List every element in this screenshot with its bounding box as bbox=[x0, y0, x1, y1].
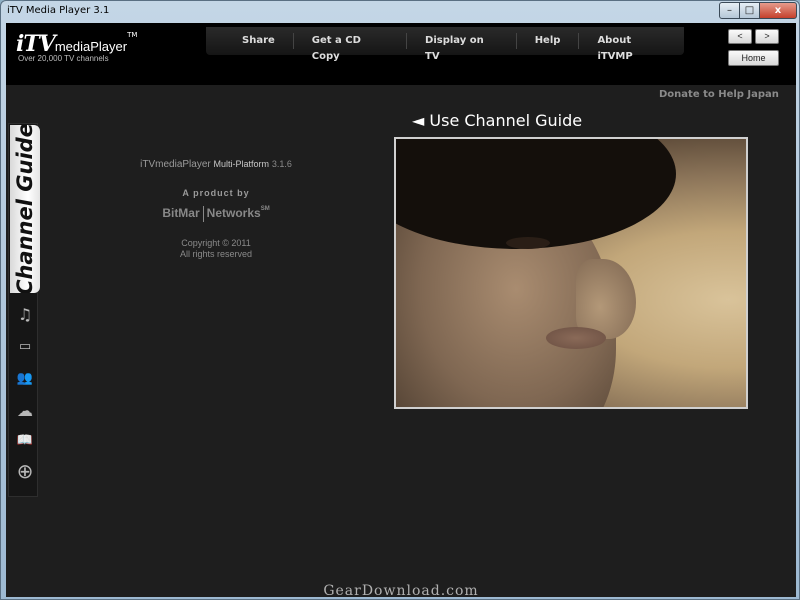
title-bar[interactable]: iTV Media Player 3.1 – □ x bbox=[1, 1, 799, 23]
logo-trademark: TM bbox=[127, 31, 138, 39]
top-nav: Share Get a CD Copy Display on TV Help A… bbox=[206, 27, 684, 62]
people-icon[interactable]: 👥 bbox=[14, 368, 36, 390]
video-player[interactable] bbox=[394, 137, 748, 409]
product-platform: Multi-Platform bbox=[213, 159, 270, 169]
brand-mark: SM bbox=[260, 206, 270, 212]
minimize-button[interactable]: – bbox=[719, 2, 740, 19]
product-by-label: A product by bbox=[182, 188, 250, 198]
brand-right: Networks bbox=[206, 206, 261, 221]
use-channel-guide-link[interactable]: ◄ Use Channel Guide bbox=[412, 111, 582, 130]
copyright-line: Copyright © 2011 bbox=[181, 238, 251, 248]
channel-guide-tab[interactable]: Channel Guide bbox=[10, 125, 40, 293]
category-sidebar: Channel Guide ♫ ▭ 👥 ☁ 📖 ⊕ bbox=[8, 123, 40, 497]
back-button[interactable]: < bbox=[728, 29, 752, 44]
channel-guide-label: Channel Guide bbox=[13, 125, 37, 293]
home-button[interactable]: Home bbox=[728, 50, 779, 66]
video-frame-lips bbox=[546, 327, 606, 349]
donate-link[interactable]: Donate to Help Japan bbox=[659, 89, 779, 100]
tagline: Over 20,000 TV channels bbox=[18, 54, 109, 63]
nav-help[interactable]: Help bbox=[517, 33, 580, 49]
forward-button[interactable]: > bbox=[755, 29, 779, 44]
app-window: iTV Media Player 3.1 – □ x iTVmediaPlaye… bbox=[0, 0, 800, 600]
company-logo: BitMar NetworksSM bbox=[116, 206, 316, 222]
product-line: iTVmediaPlayer Multi-Platform 3.1.6 bbox=[116, 159, 316, 170]
brand-divider bbox=[202, 206, 204, 222]
product-version: 3.1.6 bbox=[271, 159, 292, 169]
rights-line: All rights reserved bbox=[179, 249, 253, 259]
nav-share[interactable]: Share bbox=[206, 33, 294, 49]
video-frame-hair bbox=[396, 139, 676, 249]
video-frame-eye bbox=[506, 237, 550, 249]
nav-about[interactable]: About iTVMP bbox=[579, 33, 684, 62]
games-icon[interactable]: ▭ bbox=[14, 336, 36, 358]
app-content: iTVmediaPlayer TM Over 20,000 TV channels… bbox=[6, 23, 796, 597]
brand-left: BitMar bbox=[162, 206, 200, 221]
music-icon[interactable]: ♫ bbox=[14, 304, 36, 326]
close-button[interactable]: x bbox=[759, 2, 797, 19]
copyright: Copyright © 2011 All rights reserved bbox=[116, 238, 316, 260]
nav-get-cd-copy[interactable]: Get a CD Copy bbox=[294, 33, 408, 62]
nav-display-on-tv[interactable]: Display on TV bbox=[407, 33, 517, 62]
book-icon[interactable]: 📖 bbox=[14, 430, 36, 452]
product-info: iTVmediaPlayer Multi-Platform 3.1.6 A pr… bbox=[116, 159, 316, 260]
logo-sub: mediaPlayer bbox=[54, 39, 128, 54]
product-name: iTVmediaPlayer bbox=[140, 159, 211, 170]
globe-icon[interactable]: ⊕ bbox=[14, 460, 36, 482]
watermark: GearDownload.com bbox=[323, 583, 479, 597]
window-title: iTV Media Player 3.1 bbox=[7, 5, 110, 16]
maximize-button[interactable]: □ bbox=[739, 2, 760, 19]
weather-icon[interactable]: ☁ bbox=[14, 400, 36, 422]
header-bar: iTVmediaPlayerTM Over 20,000 TV channels… bbox=[6, 23, 796, 85]
